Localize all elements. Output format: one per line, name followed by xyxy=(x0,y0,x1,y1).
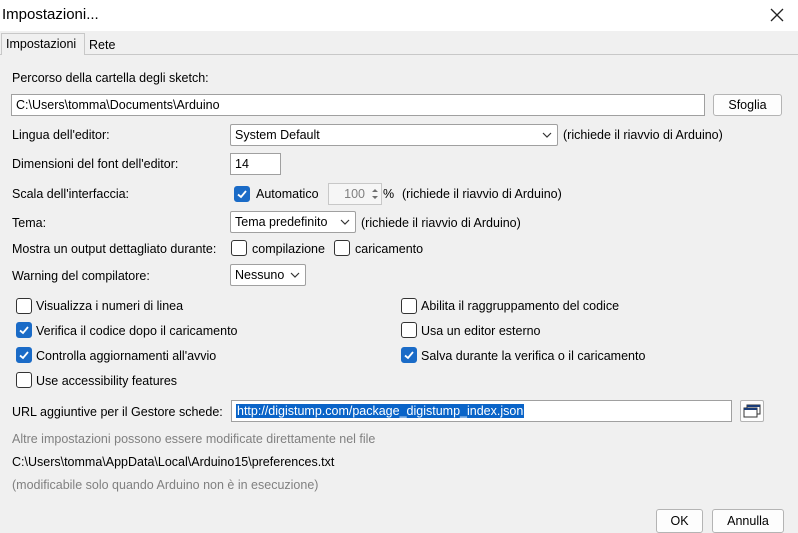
edit-urls-button[interactable] xyxy=(740,400,764,422)
scale-note: (richiede il riavvio di Arduino) xyxy=(402,187,562,201)
more-prefs-note: Altre impostazioni possono essere modifi… xyxy=(12,432,376,446)
option-verify-upload-label: Verifica il codice dopo il caricamento xyxy=(36,324,238,338)
option-external-editor-checkbox[interactable] xyxy=(401,322,417,338)
window-list-icon xyxy=(743,404,761,418)
board-urls-value: http://digistump.com/package_digistump_i… xyxy=(236,404,525,418)
option-code-folding-checkbox[interactable] xyxy=(401,298,417,314)
font-size-input[interactable]: 14 xyxy=(230,153,281,175)
font-size-label: Dimensioni del font dell'editor: xyxy=(12,157,179,171)
scale-spinner-value: 100 xyxy=(344,187,365,201)
checkmark-icon xyxy=(19,351,29,360)
option-save-on-verify-checkbox[interactable] xyxy=(401,347,417,363)
prefs-file-path: C:\Users\tomma\AppData\Local\Arduino15\p… xyxy=(12,455,335,469)
window-title: Impostazioni... xyxy=(2,6,99,23)
sketchbook-path-input[interactable]: C:\Users\tomma\Documents\Arduino xyxy=(11,94,705,116)
chevron-down-icon xyxy=(542,132,552,138)
auto-scale-checkbox[interactable] xyxy=(234,186,250,202)
board-urls-input[interactable]: http://digistump.com/package_digistump_i… xyxy=(231,400,732,422)
interface-scale-label: Scala dell'interfaccia: xyxy=(12,187,130,201)
spinner-arrows-icon xyxy=(372,189,378,199)
option-accessibility-label: Use accessibility features xyxy=(36,374,178,388)
editor-language-select[interactable]: System Default xyxy=(230,124,558,146)
auto-scale-label: Automatico xyxy=(256,187,319,201)
verbose-label: Mostra un output dettagliato durante: xyxy=(12,242,217,256)
option-verify-upload-checkbox[interactable] xyxy=(16,322,32,338)
close-icon xyxy=(770,8,784,22)
theme-note: (richiede il riavvio di Arduino) xyxy=(361,216,521,230)
scale-spinner[interactable]: 100 xyxy=(328,183,382,205)
board-urls-label: URL aggiuntive per il Gestore schede: xyxy=(12,405,223,419)
option-code-folding-label: Abilita il raggruppamento del codice xyxy=(421,299,620,313)
chevron-down-icon xyxy=(340,219,350,225)
option-save-on-verify-label: Salva durante la verifica o il caricamen… xyxy=(421,349,646,363)
option-check-updates-checkbox[interactable] xyxy=(16,347,32,363)
option-accessibility-checkbox[interactable] xyxy=(16,372,32,388)
option-line-numbers-label: Visualizza i numeri di linea xyxy=(36,299,184,313)
checkmark-icon xyxy=(237,190,247,199)
tab-rete[interactable]: Rete xyxy=(85,35,119,55)
checkmark-icon xyxy=(404,351,414,360)
verbose-upload-checkbox[interactable] xyxy=(334,240,350,256)
theme-label: Tema: xyxy=(12,216,47,230)
tab-impostazioni-label: Impostazioni xyxy=(6,37,77,51)
theme-select[interactable]: Tema predefinito xyxy=(230,211,356,233)
cancel-button[interactable]: Annulla xyxy=(712,509,784,533)
editor-language-note: (richiede il riavvio di Arduino) xyxy=(563,128,723,142)
option-external-editor-label: Usa un editor esterno xyxy=(421,324,541,338)
warnings-label: Warning del compilatore: xyxy=(12,269,150,283)
warnings-select[interactable]: Nessuno xyxy=(230,264,306,286)
editor-language-label: Lingua dell'editor: xyxy=(12,128,110,142)
chevron-down-icon xyxy=(290,272,300,278)
sketchbook-label: Percorso della cartella degli sketch: xyxy=(12,71,209,85)
option-line-numbers-checkbox[interactable] xyxy=(16,298,32,314)
edit-restriction-note: (modificabile solo quando Arduino non è … xyxy=(12,478,319,492)
option-check-updates-label: Controlla aggiornamenti all'avvio xyxy=(36,349,217,363)
editor-language-value: System Default xyxy=(235,128,320,142)
tab-rete-label: Rete xyxy=(89,38,116,52)
theme-value: Tema predefinito xyxy=(235,215,328,229)
verbose-upload-label: caricamento xyxy=(355,242,424,256)
warnings-value: Nessuno xyxy=(235,268,285,282)
scale-unit: % xyxy=(383,187,395,201)
browse-button[interactable]: Sfoglia xyxy=(713,94,782,116)
verbose-compile-label: compilazione xyxy=(252,242,325,256)
title-bar: Impostazioni... xyxy=(0,0,798,31)
checkmark-icon xyxy=(19,326,29,335)
tab-impostazioni[interactable]: Impostazioni xyxy=(1,33,85,55)
close-button[interactable] xyxy=(766,4,788,26)
verbose-compile-checkbox[interactable] xyxy=(231,240,247,256)
ok-button[interactable]: OK xyxy=(656,509,703,533)
